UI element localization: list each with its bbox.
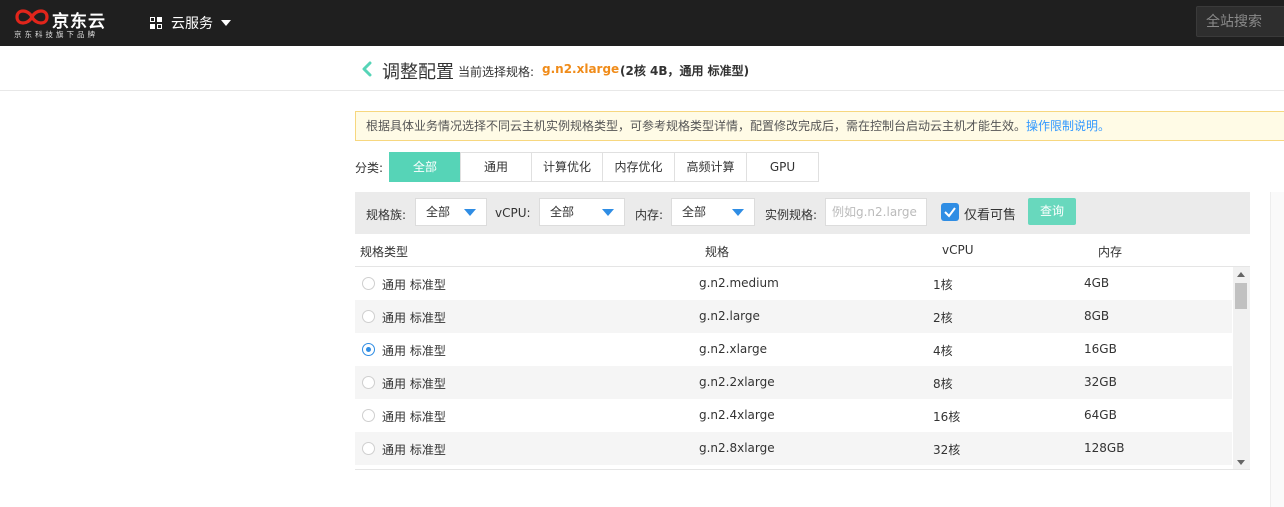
column-type: 规格类型: [360, 245, 409, 259]
spec-table: 通用 标准型 g.n2.medium 1核 4GB 通用 标准型 g.n2.la…: [355, 267, 1232, 470]
row-radio-selected[interactable]: [362, 343, 375, 356]
memory-select[interactable]: 全部: [671, 198, 755, 226]
notice-text: 根据具体业务情况选择不同云主机实例规格类型，可参考规格类型详情，配置修改完成后，…: [366, 119, 1027, 133]
cell-vcpu: 8核: [933, 377, 953, 391]
tab-all[interactable]: 全部: [389, 152, 461, 182]
instance-spec-label: 实例规格:: [765, 208, 818, 222]
cell-spec: g.n2.xlarge: [699, 342, 767, 356]
grid-icon: [150, 17, 162, 29]
cell-type: 通用 标准型: [382, 410, 446, 424]
table-scrollbar[interactable]: [1233, 267, 1250, 470]
table-row[interactable]: 通用 标准型 g.n2.8xlarge 32核 128GB: [355, 432, 1232, 465]
cell-spec: g.n2.medium: [699, 276, 779, 290]
cell-spec: g.n2.large: [699, 309, 760, 323]
current-spec-value: g.n2.xlarge: [542, 62, 620, 76]
cell-type: 通用 标准型: [382, 311, 446, 325]
row-radio[interactable]: [362, 310, 375, 323]
brand-tagline: 京东科技旗下品牌: [14, 30, 98, 39]
column-memory: 内存: [1098, 245, 1123, 259]
checkmark-icon: [944, 207, 956, 218]
family-select-value: 全部: [426, 205, 451, 219]
cell-type: 通用 标准型: [382, 344, 446, 358]
brand-logo[interactable]: 京东云 京东科技旗下品牌: [14, 6, 124, 40]
jdcloud-logo-icon: [15, 9, 49, 25]
row-radio[interactable]: [362, 277, 375, 290]
scroll-thumb[interactable]: [1235, 283, 1247, 309]
dropdown-arrow-icon: [464, 209, 476, 216]
table-bottom-divider: [355, 469, 1250, 470]
global-search-input[interactable]: [1196, 6, 1284, 37]
cell-memory: 4GB: [1084, 276, 1110, 290]
cloud-services-menu[interactable]: 云服务: [150, 12, 231, 34]
current-spec-desc: (2核 4B，通用 标准型): [620, 64, 750, 78]
cell-vcpu: 2核: [933, 311, 953, 325]
category-tabs: 全部 通用 计算优化 内存优化 高频计算 GPU: [389, 152, 819, 182]
top-navbar: 京东云 京东科技旗下品牌 云服务: [0, 0, 1284, 46]
row-radio[interactable]: [362, 409, 375, 422]
cell-vcpu: 1核: [933, 278, 953, 292]
info-notice: 根据具体业务情况选择不同云主机实例规格类型，可参考规格类型详情，配置修改完成后，…: [355, 111, 1284, 141]
dropdown-arrow-icon: [602, 209, 614, 216]
right-side-panel: [1270, 192, 1284, 507]
available-only-checkbox[interactable]: [941, 203, 959, 221]
table-row[interactable]: 通用 标准型 g.n2.xlarge 4核 16GB: [355, 333, 1232, 366]
available-only-label[interactable]: 仅看可售: [964, 204, 1016, 223]
tab-compute-optimized[interactable]: 计算优化: [531, 152, 603, 182]
vcpu-select[interactable]: 全部: [539, 198, 625, 226]
family-label: 规格族:: [366, 208, 407, 222]
table-row[interactable]: 通用 标准型 g.n2.4xlarge 16核 64GB: [355, 399, 1232, 432]
vcpu-select-value: 全部: [550, 205, 575, 219]
tab-high-frequency[interactable]: 高频计算: [674, 152, 747, 182]
tab-memory-optimized[interactable]: 内存优化: [602, 152, 675, 182]
table-row[interactable]: 通用 标准型 g.n2.large 2核 8GB: [355, 300, 1232, 333]
table-row[interactable]: 通用 标准型 g.n2.2xlarge 8核 32GB: [355, 366, 1232, 399]
vcpu-label: vCPU:: [495, 206, 531, 220]
cell-type: 通用 标准型: [382, 443, 446, 457]
category-label: 分类:: [355, 161, 384, 175]
column-spec: 规格: [705, 245, 730, 259]
cell-type: 通用 标准型: [382, 377, 446, 391]
restriction-link[interactable]: 操作限制说明。: [1026, 119, 1110, 133]
cell-spec: g.n2.4xlarge: [699, 408, 775, 422]
cell-memory: 128GB: [1084, 441, 1125, 455]
cell-memory: 32GB: [1084, 375, 1117, 389]
back-arrow-icon[interactable]: [360, 61, 374, 77]
cell-spec: g.n2.8xlarge: [699, 441, 775, 455]
caret-down-icon: [221, 20, 231, 26]
scroll-down-icon[interactable]: [1237, 460, 1245, 465]
cell-spec: g.n2.2xlarge: [699, 375, 775, 389]
column-vcpu: vCPU: [942, 243, 974, 257]
cell-vcpu: 16核: [933, 410, 961, 424]
table-header: 规格类型 规格 vCPU 内存: [355, 234, 1250, 267]
page-title: 调整配置: [382, 62, 454, 83]
query-button[interactable]: 查询: [1028, 198, 1076, 225]
cloud-services-label: 云服务: [171, 16, 213, 32]
memory-label: 内存:: [635, 208, 664, 222]
cell-memory: 64GB: [1084, 408, 1117, 422]
cell-memory: 8GB: [1084, 309, 1110, 323]
scroll-up-icon[interactable]: [1237, 272, 1245, 277]
cell-vcpu: 32核: [933, 443, 961, 457]
current-spec-label: 当前选择规格:: [458, 65, 535, 79]
row-radio[interactable]: [362, 376, 375, 389]
family-select[interactable]: 全部: [415, 198, 487, 226]
memory-select-value: 全部: [682, 205, 707, 219]
tab-general[interactable]: 通用: [460, 152, 532, 182]
dropdown-arrow-icon: [732, 209, 744, 216]
table-row[interactable]: 通用 标准型 g.n2.medium 1核 4GB: [355, 267, 1232, 300]
cell-memory: 16GB: [1084, 342, 1117, 356]
cell-type: 通用 标准型: [382, 278, 446, 292]
cell-vcpu: 4核: [933, 344, 953, 358]
instance-spec-input[interactable]: [825, 198, 927, 226]
filter-bar: 规格族: 全部 vCPU: 全部 内存: 全部 实例规格: 仅看可售 查询: [355, 192, 1250, 234]
row-radio[interactable]: [362, 442, 375, 455]
tab-gpu[interactable]: GPU: [746, 152, 819, 182]
